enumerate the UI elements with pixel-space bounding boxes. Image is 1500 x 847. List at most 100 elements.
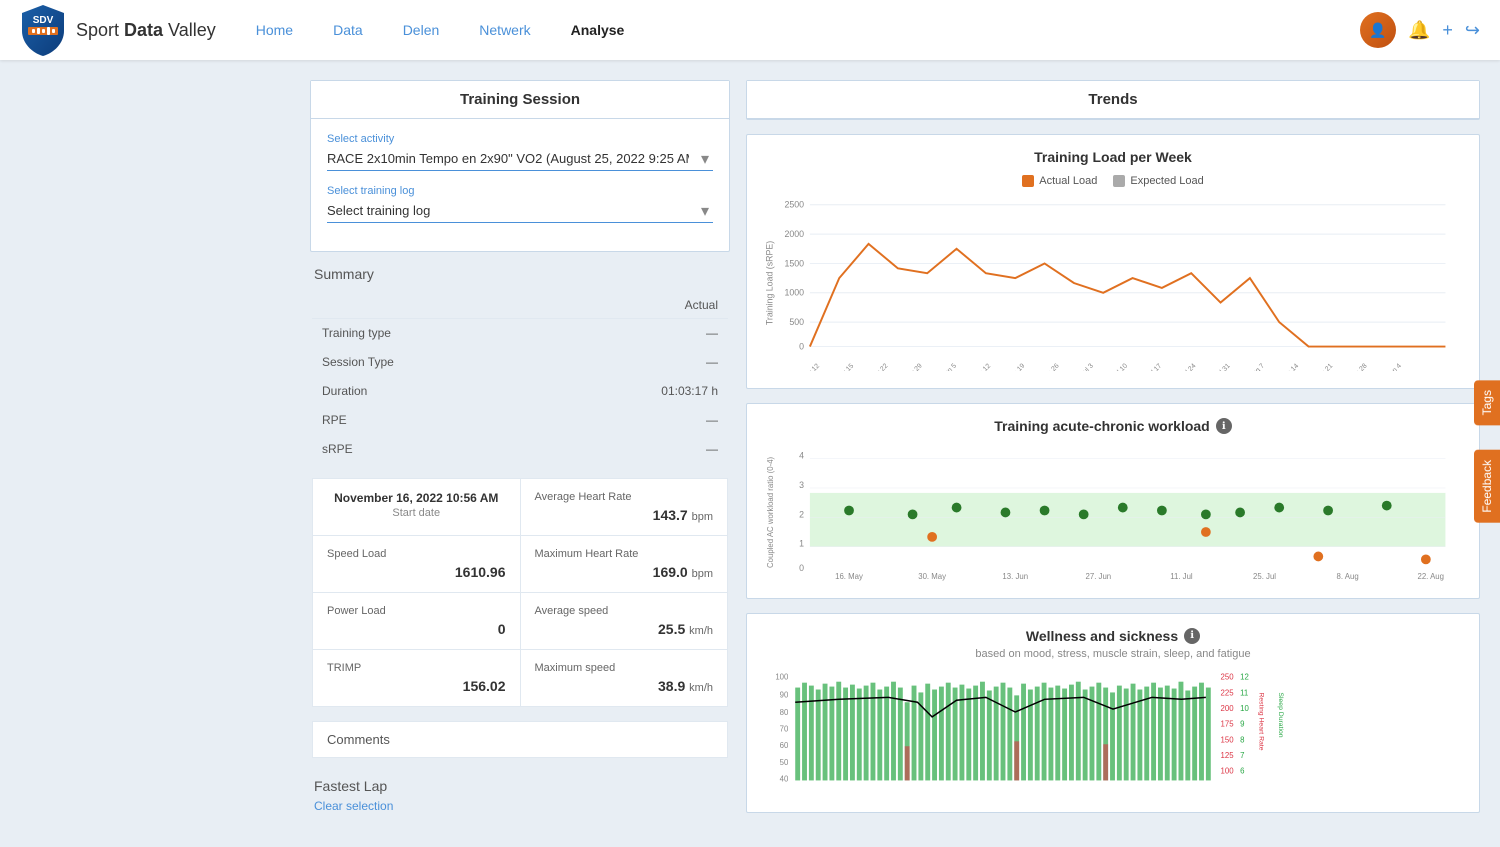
svg-text:80: 80 <box>780 708 789 717</box>
svg-text:Resting Heart Rate: Resting Heart Rate <box>1258 692 1265 750</box>
svg-text:225: 225 <box>1221 688 1235 697</box>
svg-text:Jul 10: Jul 10 <box>1111 362 1129 371</box>
chart1-svg: Training Load (sRPE) 2500 2000 1500 1000… <box>761 195 1465 371</box>
feedback-tab[interactable]: Feedback <box>1474 450 1500 523</box>
svg-text:Aug 14: Aug 14 <box>1280 362 1300 371</box>
svg-text:9: 9 <box>1240 720 1244 729</box>
stat-start-date: November 16, 2022 10:56 AM Start date <box>313 479 520 535</box>
summary-duration-label: Duration <box>312 377 539 406</box>
summary-session-type-label: Session Type <box>312 348 539 377</box>
summary-training-type-value: — <box>539 319 728 348</box>
power-load-value: 0 <box>327 621 506 637</box>
svg-text:Jul 31: Jul 31 <box>1214 362 1232 371</box>
svg-text:11. Jul: 11. Jul <box>1170 572 1193 581</box>
svg-text:Aug 28: Aug 28 <box>1348 362 1368 371</box>
chart2-info-icon[interactable]: ℹ <box>1216 418 1232 434</box>
logout-icon[interactable]: ↪ <box>1465 20 1480 41</box>
logo-icon: SDV <box>20 3 66 57</box>
nav-data[interactable]: Data <box>333 22 363 38</box>
chart1-title: Training Load per Week <box>761 149 1465 165</box>
bell-icon[interactable]: 🔔 <box>1408 20 1430 41</box>
summary-session-type-value: — <box>539 348 728 377</box>
svg-text:8. Aug: 8. Aug <box>1337 572 1359 581</box>
chart-wellness: Wellness and sickness ℹ based on mood, s… <box>746 613 1480 813</box>
nav-delen[interactable]: Delen <box>403 22 440 38</box>
avatar: 👤 <box>1360 12 1396 48</box>
svg-text:3: 3 <box>799 480 804 490</box>
stat-max-speed: Maximum speed 38.9 km/h <box>521 650 728 706</box>
svg-text:2500: 2500 <box>784 200 804 210</box>
chart2-svg-container: Coupled AC workload ratio (0-4) 4 3 2 1 … <box>761 444 1465 584</box>
chart3-info-icon[interactable]: ℹ <box>1184 628 1200 644</box>
summary-rpe-value: — <box>539 406 728 435</box>
svg-text:May 29: May 29 <box>903 362 924 371</box>
comments-label: Comments <box>327 732 390 747</box>
legend-actual: Actual Load <box>1022 175 1097 187</box>
training-session-title: Training Session <box>311 81 729 119</box>
summary-rpe-label: RPE <box>312 406 539 435</box>
summary-section: Summary Actual Training type — Session T… <box>310 266 730 819</box>
svg-text:Jun 26: Jun 26 <box>1041 362 1061 371</box>
max-hr-value: 169.0 bpm <box>535 564 714 580</box>
stat-trimp: TRIMP 156.02 <box>313 650 520 706</box>
table-row: sRPE — <box>312 435 728 464</box>
chart-acute-chronic: Training acute-chronic workload ℹ Couple… <box>746 403 1480 599</box>
select-training-log-wrapper[interactable]: Select training log ▾ <box>327 199 713 223</box>
main-content: Training Session Select activity RACE 2x… <box>0 60 1500 847</box>
brand-text: Sport Data Valley <box>76 20 216 41</box>
max-speed-label: Maximum speed <box>535 662 714 674</box>
svg-text:175: 175 <box>1221 720 1235 729</box>
svg-text:200: 200 <box>1221 704 1235 713</box>
legend-expected: Expected Load <box>1113 175 1203 187</box>
tags-tab[interactable]: Tags <box>1474 380 1500 425</box>
svg-text:0: 0 <box>799 563 804 573</box>
svg-text:6: 6 <box>1240 766 1244 775</box>
svg-text:Jun 5: Jun 5 <box>941 362 958 371</box>
svg-text:50: 50 <box>780 758 789 767</box>
select-activity-wrapper[interactable]: RACE 2x10min Tempo en 2x90" VO2 (August … <box>327 147 713 171</box>
chart1-legend: Actual Load Expected Load <box>761 175 1465 187</box>
chart3-svg-container: 100 90 80 70 60 50 40 <box>761 668 1465 798</box>
svg-text:May 22: May 22 <box>869 362 890 371</box>
svg-text:2: 2 <box>799 509 804 519</box>
avg-speed-label: Average speed <box>535 605 714 617</box>
table-row: Session Type — <box>312 348 728 377</box>
svg-text:100: 100 <box>775 673 789 682</box>
svg-text:27. Jun: 27. Jun <box>1086 572 1112 581</box>
svg-text:70: 70 <box>780 724 789 733</box>
svg-text:11: 11 <box>1240 688 1248 697</box>
nav-analyse[interactable]: Analyse <box>571 22 625 38</box>
svg-text:90: 90 <box>780 690 789 699</box>
chart3-subtitle: based on mood, stress, muscle strain, sl… <box>761 648 1465 660</box>
svg-text:12: 12 <box>1240 673 1249 682</box>
nav-links: Home Data Delen Netwerk Analyse <box>256 22 1360 38</box>
select-training-log-dropdown[interactable]: Select training log <box>327 199 713 222</box>
nav-home[interactable]: Home <box>256 22 293 38</box>
summary-th-empty <box>312 292 539 319</box>
speed-load-label: Speed Load <box>327 548 506 560</box>
start-date-value: November 16, 2022 10:56 AM <box>327 491 506 505</box>
svg-text:Jun 12: Jun 12 <box>973 362 993 371</box>
avg-hr-label: Average Heart Rate <box>535 491 714 503</box>
summary-training-type-label: Training type <box>312 319 539 348</box>
comments-row: Comments <box>312 721 728 758</box>
nav-netwerk[interactable]: Netwerk <box>479 22 530 38</box>
fastest-lap-title: Fastest Lap <box>314 778 726 794</box>
table-row: Training type — <box>312 319 728 348</box>
plus-icon[interactable]: + <box>1442 20 1453 41</box>
stat-power-load: Power Load 0 <box>313 593 520 649</box>
max-speed-value: 38.9 km/h <box>535 678 714 694</box>
svg-text:Coupled AC workload ratio (0-4: Coupled AC workload ratio (0-4) <box>766 456 775 568</box>
clear-selection-link[interactable]: Clear selection <box>314 799 393 813</box>
svg-text:Jun 19: Jun 19 <box>1007 362 1027 371</box>
select-activity-dropdown[interactable]: RACE 2x10min Tempo en 2x90" VO2 (August … <box>327 147 713 170</box>
training-session-panel: Training Session Select activity RACE 2x… <box>310 80 730 252</box>
svg-text:125: 125 <box>1221 751 1235 760</box>
summary-srpe-value: — <box>539 435 728 464</box>
svg-text:May 15: May 15 <box>835 362 856 371</box>
training-session-body: Select activity RACE 2x10min Tempo en 2x… <box>311 119 729 251</box>
svg-text:22. Aug: 22. Aug <box>1417 572 1444 581</box>
svg-text:Training Load (sRPE): Training Load (sRPE) <box>765 241 775 325</box>
chart3-svg: 100 90 80 70 60 50 40 <box>761 668 1465 795</box>
speed-load-value: 1610.96 <box>327 564 506 580</box>
